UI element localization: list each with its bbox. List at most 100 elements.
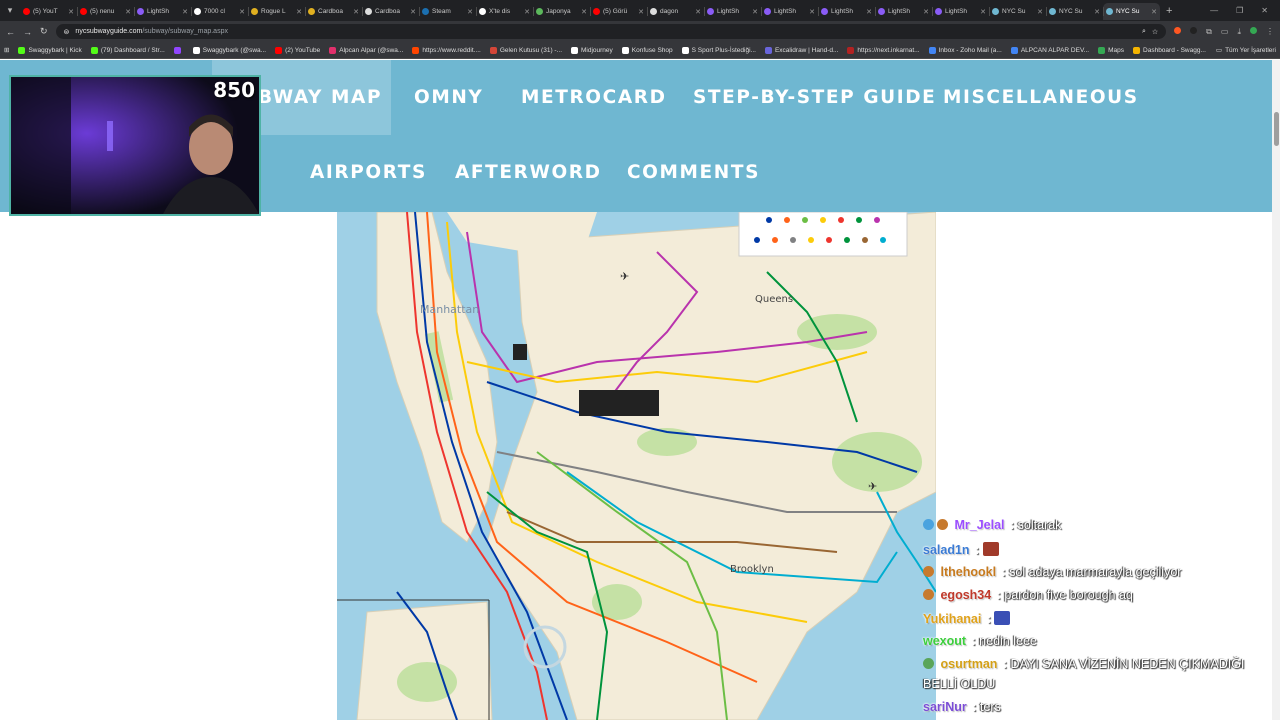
chat-message: sariNur : ters: [923, 700, 1001, 714]
new-tab-button[interactable]: +: [1160, 5, 1178, 17]
browser-tab[interactable]: LightSh ✕: [761, 3, 818, 20]
tab-close-icon[interactable]: ✕: [296, 8, 302, 16]
bookmark-item[interactable]: [173, 46, 184, 54]
site-info-icon[interactable]: ⊜: [64, 28, 70, 36]
subway-map-image[interactable]: ✈ ✈ Manhattan Queens Brooklyn: [337, 212, 936, 720]
extensions-puzzle-icon[interactable]: ⧉: [1206, 27, 1212, 37]
tab-close-icon[interactable]: ✕: [239, 8, 245, 16]
profile-avatar[interactable]: [1250, 26, 1257, 34]
bookmark-item[interactable]: (2) YouTube: [275, 46, 320, 54]
bookmark-item[interactable]: Dashboard - Swagg...: [1133, 46, 1206, 54]
tab-close-icon[interactable]: ✕: [1151, 8, 1157, 16]
browser-tab[interactable]: (5) nenu ✕: [77, 3, 134, 20]
bookmark-item[interactable]: Midjourney: [571, 46, 613, 54]
bookmark-item[interactable]: Maps: [1098, 46, 1124, 54]
extension-icon[interactable]: [1190, 26, 1198, 34]
bookmark-item[interactable]: https://next.inkarnat...: [847, 46, 920, 54]
browser-tab[interactable]: Cardboa ✕: [305, 3, 362, 20]
bookmark-item[interactable]: https://www.reddit....: [412, 46, 481, 54]
browser-tab[interactable]: NYC Su ✕: [1046, 3, 1103, 20]
sidebar-icon[interactable]: ▭: [1221, 27, 1229, 37]
forward-icon[interactable]: →: [23, 27, 32, 37]
tab-close-icon[interactable]: ✕: [125, 8, 131, 16]
browser-tab[interactable]: LightSh ✕: [818, 3, 875, 20]
bookmark-item[interactable]: Excalidraw | Hand-d...: [764, 46, 838, 54]
tab-close-icon[interactable]: ✕: [866, 8, 872, 16]
browser-tab[interactable]: NYC Su ✕: [1103, 3, 1160, 20]
bookmark-item[interactable]: Konfuse Shop: [621, 46, 673, 54]
tab-close-icon[interactable]: ✕: [1037, 8, 1043, 16]
tab-label: NYC Su: [1116, 8, 1140, 15]
tab-favicon-icon: [992, 8, 999, 15]
nav-afterword[interactable]: AFTERWORD: [455, 162, 602, 183]
tab-close-icon[interactable]: ✕: [182, 8, 188, 16]
browser-tab[interactable]: LightSh ✕: [704, 3, 761, 20]
bookmark-star-icon[interactable]: ☆: [1152, 28, 1158, 36]
page-scrollbar-thumb[interactable]: [1274, 112, 1279, 146]
browser-tab[interactable]: LightSh ✕: [932, 3, 989, 20]
nav-subway-map[interactable]: BWAY MAP: [258, 87, 382, 108]
tab-close-icon[interactable]: ✕: [809, 8, 815, 16]
browser-tab[interactable]: (5) YouT ✕: [20, 3, 77, 20]
chat-text: BELLİ OLDU: [923, 677, 996, 691]
browser-tab[interactable]: X'te dis ✕: [476, 3, 533, 20]
back-icon[interactable]: ←: [6, 27, 15, 37]
close-window-icon[interactable]: ✕: [1261, 6, 1268, 15]
browser-tab[interactable]: 7000 cl ✕: [191, 3, 248, 20]
tab-close-icon[interactable]: ✕: [980, 8, 986, 16]
tab-close-icon[interactable]: ✕: [467, 8, 473, 16]
browser-tab[interactable]: NYC Su ✕: [989, 3, 1046, 20]
nav-metrocard[interactable]: METROCARD: [521, 87, 667, 108]
tab-favicon-icon: [935, 8, 942, 15]
browser-tab[interactable]: LightSh ✕: [875, 3, 932, 20]
nav-comments[interactable]: COMMENTS: [627, 162, 760, 183]
reload-icon[interactable]: ↻: [40, 26, 48, 37]
bookmark-item[interactable]: S Sport Plus-İstediği...: [681, 46, 756, 54]
bookmark-favicon-icon: [18, 46, 26, 54]
tab-close-icon[interactable]: ✕: [695, 8, 701, 16]
browser-tab[interactable]: Japonya ✕: [533, 3, 590, 20]
apps-grid-icon[interactable]: ⊞: [4, 46, 9, 54]
bookmark-favicon-icon: [1010, 46, 1018, 54]
nav-step-by-step-guide[interactable]: STEP-BY-STEP GUIDE: [693, 87, 936, 108]
browser-tab[interactable]: (5) Görü ✕: [590, 3, 647, 20]
bookmark-item[interactable]: Alpcan Alpar (@swa...: [329, 46, 403, 54]
bookmark-item[interactable]: (79) Dashboard / Str...: [90, 46, 165, 54]
bookmark-item[interactable]: Inbox - Zoho Mail (a...: [928, 46, 1002, 54]
tab-close-icon[interactable]: ✕: [410, 8, 416, 16]
url-input[interactable]: ⊜ nycsubwayguide.com/subway/subway_map.a…: [55, 24, 1167, 39]
tab-close-icon[interactable]: ✕: [638, 8, 644, 16]
nav-omny[interactable]: OMNY: [414, 87, 483, 108]
tab-close-icon[interactable]: ✕: [524, 8, 530, 16]
page-scrollbar[interactable]: [1272, 60, 1280, 720]
nav-miscellaneous[interactable]: MISCELLANEOUS: [943, 87, 1139, 108]
bookmark-item[interactable]: Gelen Kutusu (31) -...: [489, 46, 562, 54]
badge-icon: [937, 519, 948, 530]
badge-icon: [923, 566, 934, 577]
bookmark-item[interactable]: Swaggybark (@swa...: [192, 46, 266, 54]
bookmark-item[interactable]: ALPCAN ALPAR DEV...: [1010, 46, 1089, 54]
tab-close-icon[interactable]: ✕: [353, 8, 359, 16]
minimize-icon[interactable]: —: [1210, 6, 1218, 15]
badge-icon: [923, 519, 934, 530]
bookmark-item[interactable]: Swaggybark | Kick: [18, 46, 82, 54]
zoom-icon[interactable]: ⌕: [1142, 28, 1146, 36]
download-icon[interactable]: ⤓: [1237, 27, 1241, 37]
browser-tab[interactable]: Steam ✕: [419, 3, 476, 20]
chat-text: sol adaya marmarayla geçiliyor: [1009, 565, 1182, 579]
browser-tab[interactable]: LightSh ✕: [134, 3, 191, 20]
tab-close-icon[interactable]: ✕: [923, 8, 929, 16]
maximize-icon[interactable]: ❐: [1236, 6, 1243, 15]
tab-close-icon[interactable]: ✕: [752, 8, 758, 16]
tab-list-icon[interactable]: ▾: [0, 0, 20, 21]
menu-icon[interactable]: ⋮: [1266, 27, 1274, 37]
nav-airports[interactable]: AIRPORTS: [310, 162, 427, 183]
tab-close-icon[interactable]: ✕: [68, 8, 74, 16]
browser-tab[interactable]: dagon ✕: [647, 3, 704, 20]
tab-close-icon[interactable]: ✕: [581, 8, 587, 16]
browser-tab[interactable]: Rogue L ✕: [248, 3, 305, 20]
browser-tab[interactable]: Cardboa ✕: [362, 3, 419, 20]
extension-icon[interactable]: [1174, 26, 1182, 34]
tab-close-icon[interactable]: ✕: [1094, 8, 1100, 16]
all-bookmarks-link[interactable]: ▭ Tüm Yer İşaretleri: [1216, 46, 1276, 55]
